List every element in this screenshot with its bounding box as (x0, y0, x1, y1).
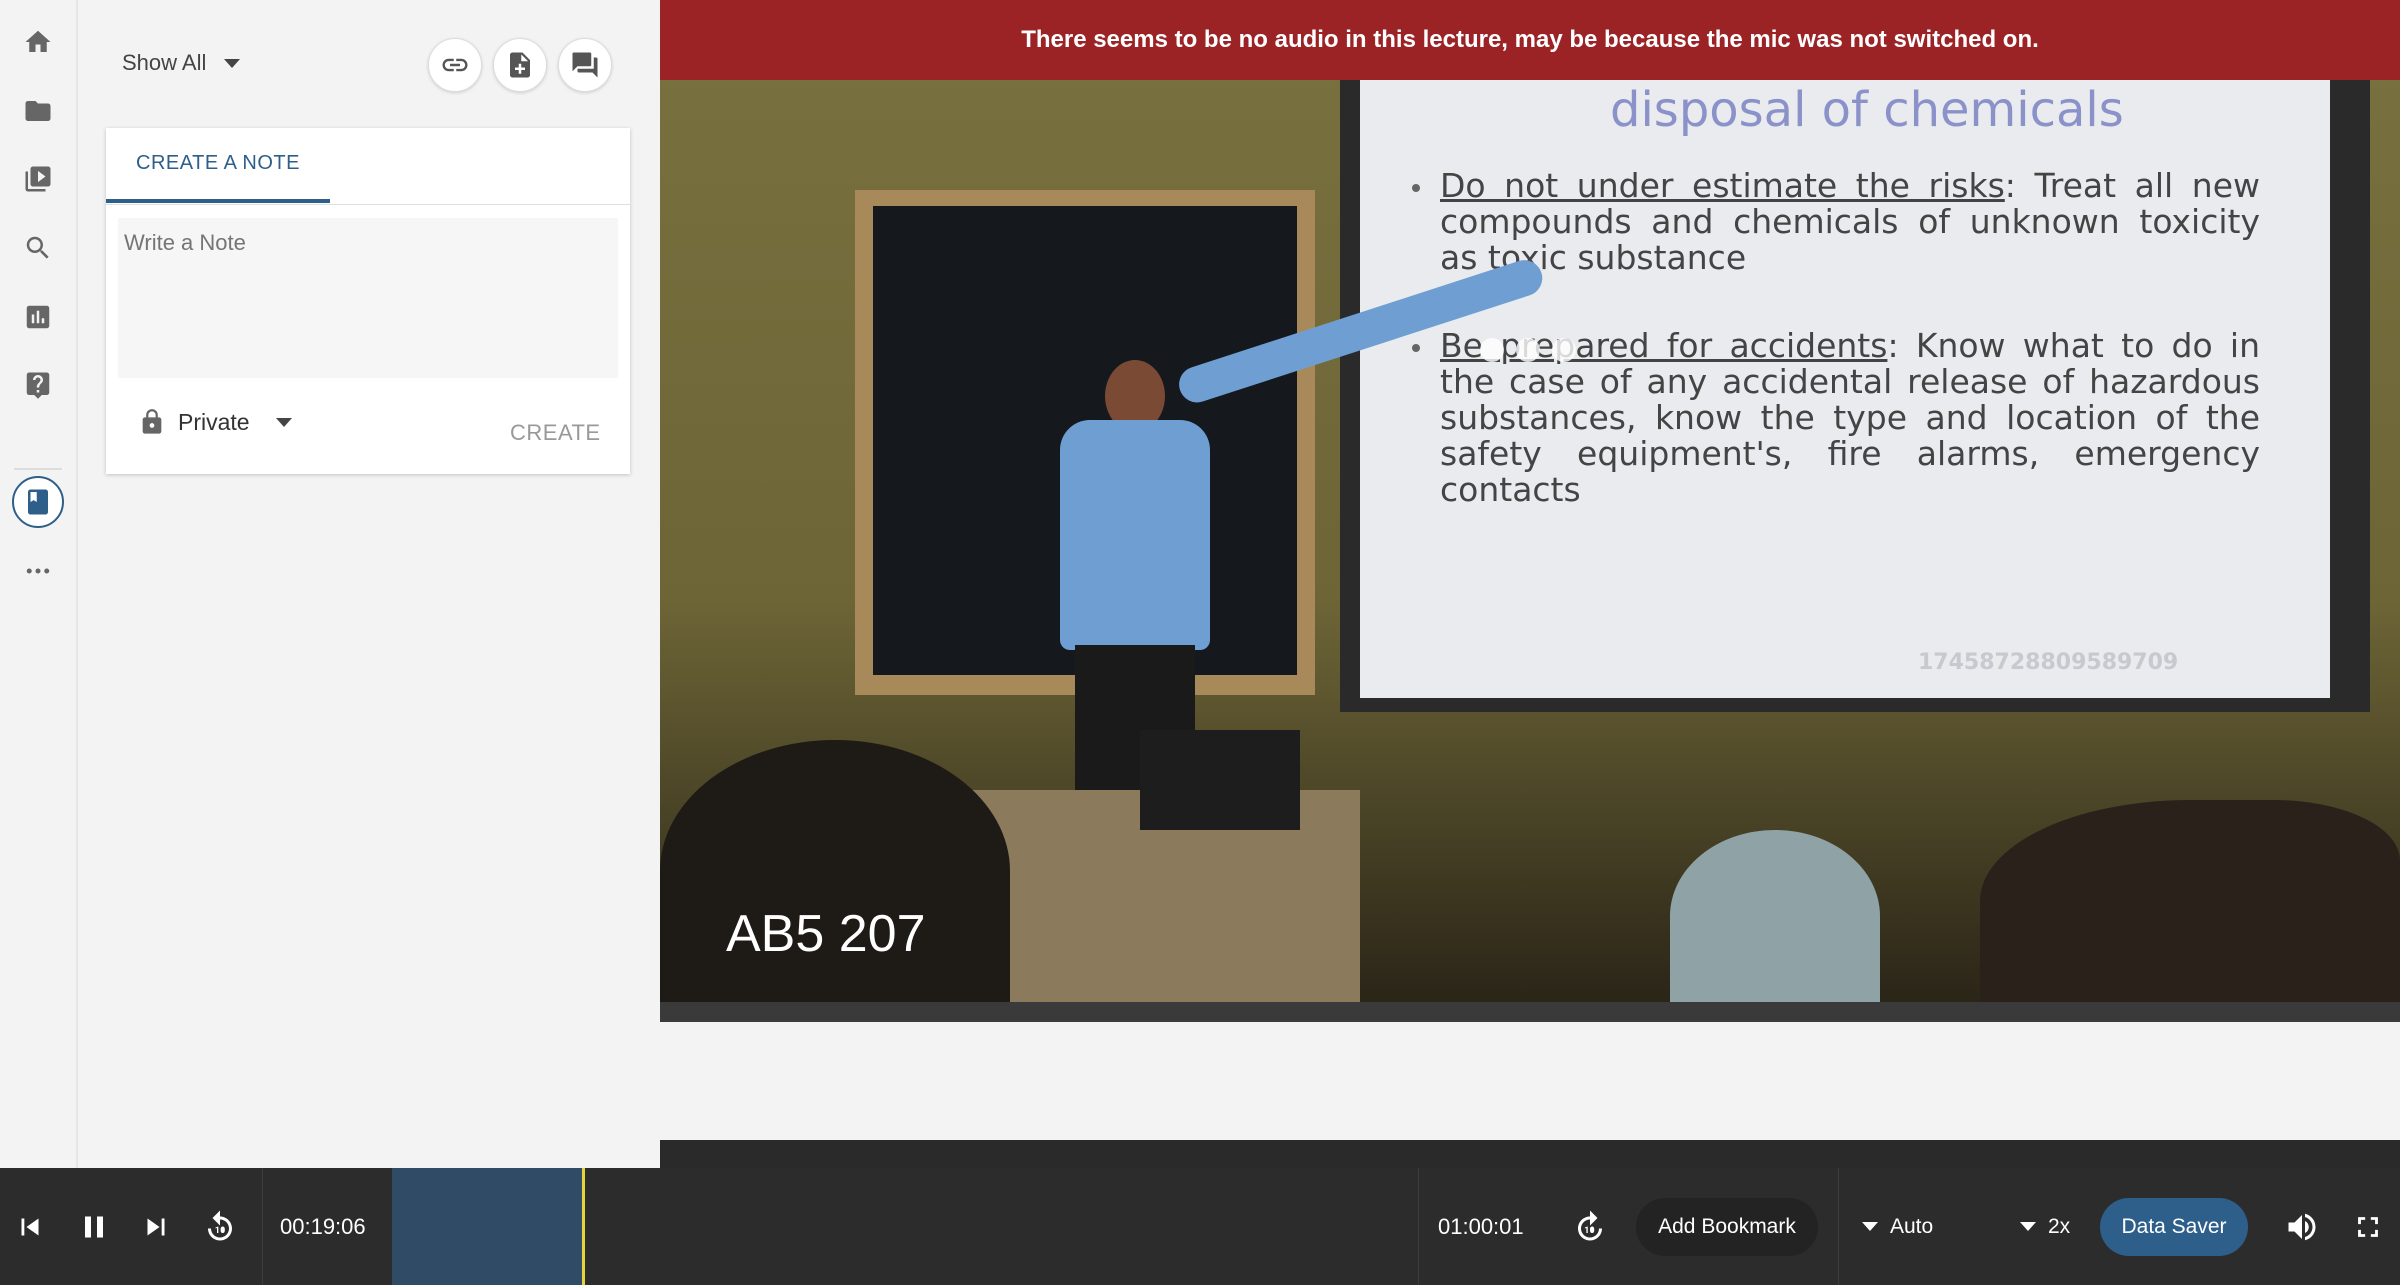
seek-bar-playhead[interactable] (581, 1168, 585, 1285)
speed-dropdown[interactable]: 2x (2020, 1168, 2070, 1285)
chevron-down-icon (2020, 1222, 2036, 1231)
total-time: 01:00:01 (1438, 1213, 1524, 1239)
quality-label: Auto (1890, 1214, 1934, 1238)
volume-icon (2288, 1213, 2316, 1240)
skip-next-button[interactable] (136, 1168, 176, 1285)
add-document-icon (510, 52, 530, 78)
tab-divider (106, 204, 630, 205)
search-icon[interactable] (12, 222, 64, 274)
control-separator (1418, 1168, 1419, 1285)
lecture-player-page: Show All CREATE A NOTE Private CREATE (0, 0, 2400, 1285)
add-bookmark-button[interactable]: Add Bookmark (1636, 1198, 1818, 1256)
fullscreen-icon (2358, 1216, 2378, 1237)
video-bottom-strip (660, 1002, 2400, 1022)
forward-10-button[interactable] (1568, 1168, 1612, 1285)
link-icon (442, 58, 468, 72)
pause-button[interactable] (72, 1168, 116, 1285)
sidebar (0, 0, 78, 1168)
privacy-dropdown[interactable]: Private (138, 406, 292, 438)
slide-bullet (1412, 184, 1420, 192)
skip-next-icon (147, 1218, 165, 1235)
skip-previous-icon (21, 1218, 39, 1235)
player-controls: 00:19:06 01:00:01 Add Bookmark Auto 2x D… (0, 1168, 2400, 1285)
rewind-10-button[interactable] (198, 1168, 242, 1285)
forward-10-icon (1578, 1210, 1602, 1240)
lock-icon (142, 409, 162, 434)
skip-previous-button[interactable] (10, 1168, 50, 1285)
slide-bullet-1-heading: Do not under estimate the risks (1440, 166, 2005, 205)
chevron-down-icon (275, 417, 292, 427)
more-icon[interactable] (12, 545, 64, 597)
projector-screen: disposal of chemicals Do not under estim… (1340, 72, 2370, 712)
create-note-button[interactable]: CREATE (510, 420, 601, 446)
pause-icon (85, 1216, 103, 1237)
data-saver-button[interactable]: Data Saver (2100, 1198, 2248, 1256)
audience-member (1670, 830, 1880, 1002)
note-textarea[interactable] (118, 218, 618, 378)
laptop (1140, 730, 1300, 830)
control-separator (1838, 1168, 1839, 1285)
room-label: AB5 207 (726, 905, 926, 963)
slide-bullet (1412, 344, 1420, 352)
analytics-icon[interactable] (12, 291, 64, 343)
video-area: disposal of chemicals Do not under estim… (660, 0, 2400, 1168)
folder-icon[interactable] (12, 85, 64, 137)
current-time: 00:19:06 (280, 1213, 366, 1239)
video-library-icon[interactable] (12, 153, 64, 205)
sidebar-divider (14, 468, 62, 470)
link-button[interactable] (428, 38, 482, 92)
forum-icon (572, 52, 598, 78)
player-top-strip (660, 1140, 2400, 1168)
quality-dropdown[interactable]: Auto (1862, 1168, 1933, 1285)
notes-filter-dropdown[interactable]: Show All (122, 50, 241, 76)
notebook-icon[interactable] (12, 476, 64, 528)
control-separator (262, 1168, 263, 1285)
slide-bullet-1: Do not under estimate the risks: Treat a… (1440, 168, 2260, 276)
audience-member (1980, 800, 2400, 1002)
tab-create-note[interactable]: CREATE A NOTE (106, 128, 330, 203)
add-document-button[interactable] (493, 38, 547, 92)
notes-filter-label: Show All (122, 50, 207, 75)
replay-10-icon (208, 1210, 232, 1240)
volume-button[interactable] (2280, 1168, 2324, 1285)
home-icon[interactable] (12, 16, 64, 68)
chevron-down-icon (1862, 1222, 1878, 1231)
loading-indicator (1480, 338, 1576, 362)
fullscreen-button[interactable] (2346, 1168, 2390, 1285)
video-player[interactable]: disposal of chemicals Do not under estim… (660, 0, 2400, 1002)
no-audio-banner: There seems to be no audio in this lectu… (660, 0, 2400, 80)
create-note-card: CREATE A NOTE Private CREATE (106, 128, 630, 474)
seek-bar-fill (392, 1168, 582, 1285)
chevron-down-icon (224, 58, 241, 68)
seek-bar[interactable] (392, 1168, 1418, 1285)
slide-watermark-id: 17458728809589709 (1918, 650, 2179, 675)
speed-label: 2x (2048, 1214, 2071, 1238)
help-icon[interactable] (12, 359, 64, 411)
comments-button[interactable] (558, 38, 612, 92)
privacy-label: Private (178, 408, 250, 435)
slide-title: disposal of chemicals (1610, 82, 2124, 138)
notes-panel: Show All CREATE A NOTE Private CREATE (78, 0, 660, 1168)
